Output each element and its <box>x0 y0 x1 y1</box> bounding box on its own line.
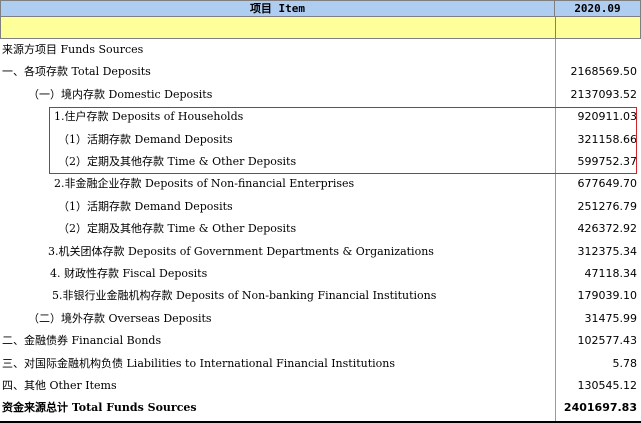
row-value: 920911.03 <box>577 110 638 124</box>
row-label: 来源方项目 Funds Sources <box>2 43 144 56</box>
table-row[interactable]: 二、金融债券 Financial Bonds 102577.43 <box>0 330 641 352</box>
row-label: （2）定期及其他存款 Time & Other Deposits <box>58 155 297 168</box>
row-label: （一）境内存款 Domestic Deposits <box>28 87 213 101</box>
row-value: 677649.70 <box>577 177 638 191</box>
row-value: 130545.12 <box>577 379 638 392</box>
row-label: 一、各项存款 Total Deposits <box>2 65 151 79</box>
total-row[interactable]: 资金来源总计 Total Funds Sources 2401697.83 <box>0 397 641 419</box>
row-label: 5.非银行业金融机构存款 Deposits of Non-banking Fin… <box>52 289 437 303</box>
row-value: 321158.66 <box>577 132 638 146</box>
row-label: 三、对国际金融机构负债 Liabilities to International… <box>2 356 396 370</box>
total-value: 2401697.83 <box>563 401 637 415</box>
item-column-header[interactable]: 项目 Item <box>0 0 555 17</box>
table-row[interactable]: 4. 财政性存款 Fiscal Deposits 47118.34 <box>0 263 641 285</box>
table-row[interactable]: 1.住户存款 Deposits of Households 920911.03 <box>0 106 641 128</box>
row-value: 2137093.52 <box>570 87 637 101</box>
row-value: 312375.34 <box>577 244 638 258</box>
table-row[interactable]: 5.非银行业金融机构存款 Deposits of Non-banking Fin… <box>0 285 641 307</box>
row-label: 四、其他 Other Items <box>2 379 117 392</box>
subheader-value-cell[interactable] <box>555 17 641 39</box>
table-row[interactable]: 来源方项目 Funds Sources <box>0 39 641 61</box>
row-label: 2.非金融企业存款 Deposits of Non-financial Ente… <box>54 177 355 191</box>
row-label: 1.住户存款 Deposits of Households <box>54 110 244 124</box>
row-value: 426372.92 <box>577 222 638 236</box>
row-label: 4. 财政性存款 Fiscal Deposits <box>50 267 208 280</box>
table-row[interactable]: 一、各项存款 Total Deposits 2168569.50 <box>0 61 641 83</box>
table-row[interactable]: 三、对国际金融机构负债 Liabilities to International… <box>0 353 641 375</box>
row-label: 3.机关团体存款 Deposits of Government Departme… <box>48 244 434 258</box>
row-label: （2）定期及其他存款 Time & Other Deposits <box>58 222 297 236</box>
table-row[interactable]: （二）境外存款 Overseas Deposits 31475.99 <box>0 308 641 330</box>
table-row[interactable]: 2.非金融企业存款 Deposits of Non-financial Ente… <box>0 173 641 195</box>
row-value: 179039.10 <box>577 289 638 303</box>
row-label: （二）境外存款 Overseas Deposits <box>28 311 212 325</box>
table-row[interactable]: 3.机关团体存款 Deposits of Government Departme… <box>0 241 641 263</box>
table-row[interactable]: 四、其他 Other Items 130545.12 <box>0 375 641 397</box>
table-row[interactable]: （1）活期存款 Demand Deposits 251276.79 <box>0 196 641 218</box>
row-value: 599752.37 <box>577 155 638 168</box>
row-value: 102577.43 <box>577 334 638 348</box>
table-row[interactable]: （1）活期存款 Demand Deposits 321158.66 <box>0 129 641 151</box>
row-value: 5.78 <box>612 356 638 370</box>
row-value: 251276.79 <box>577 199 638 213</box>
row-label: （1）活期存款 Demand Deposits <box>58 199 233 213</box>
row-value: 31475.99 <box>584 311 638 325</box>
subheader-cell[interactable] <box>0 17 556 39</box>
table-row[interactable]: （2）定期及其他存款 Time & Other Deposits 599752.… <box>0 151 641 173</box>
row-value: 2168569.50 <box>570 65 637 79</box>
row-value: 47118.34 <box>584 267 638 280</box>
table-header: 项目 Item 2020.09 <box>0 0 641 18</box>
table-row[interactable]: （一）境内存款 Domestic Deposits 2137093.52 <box>0 84 641 106</box>
total-label: 资金来源总计 Total Funds Sources <box>2 401 197 415</box>
table-row[interactable]: （2）定期及其他存款 Time & Other Deposits 426372.… <box>0 218 641 240</box>
row-label: 二、金融债券 Financial Bonds <box>2 334 162 348</box>
row-label: （1）活期存款 Demand Deposits <box>58 132 233 146</box>
period-column-header[interactable]: 2020.09 <box>555 0 641 17</box>
